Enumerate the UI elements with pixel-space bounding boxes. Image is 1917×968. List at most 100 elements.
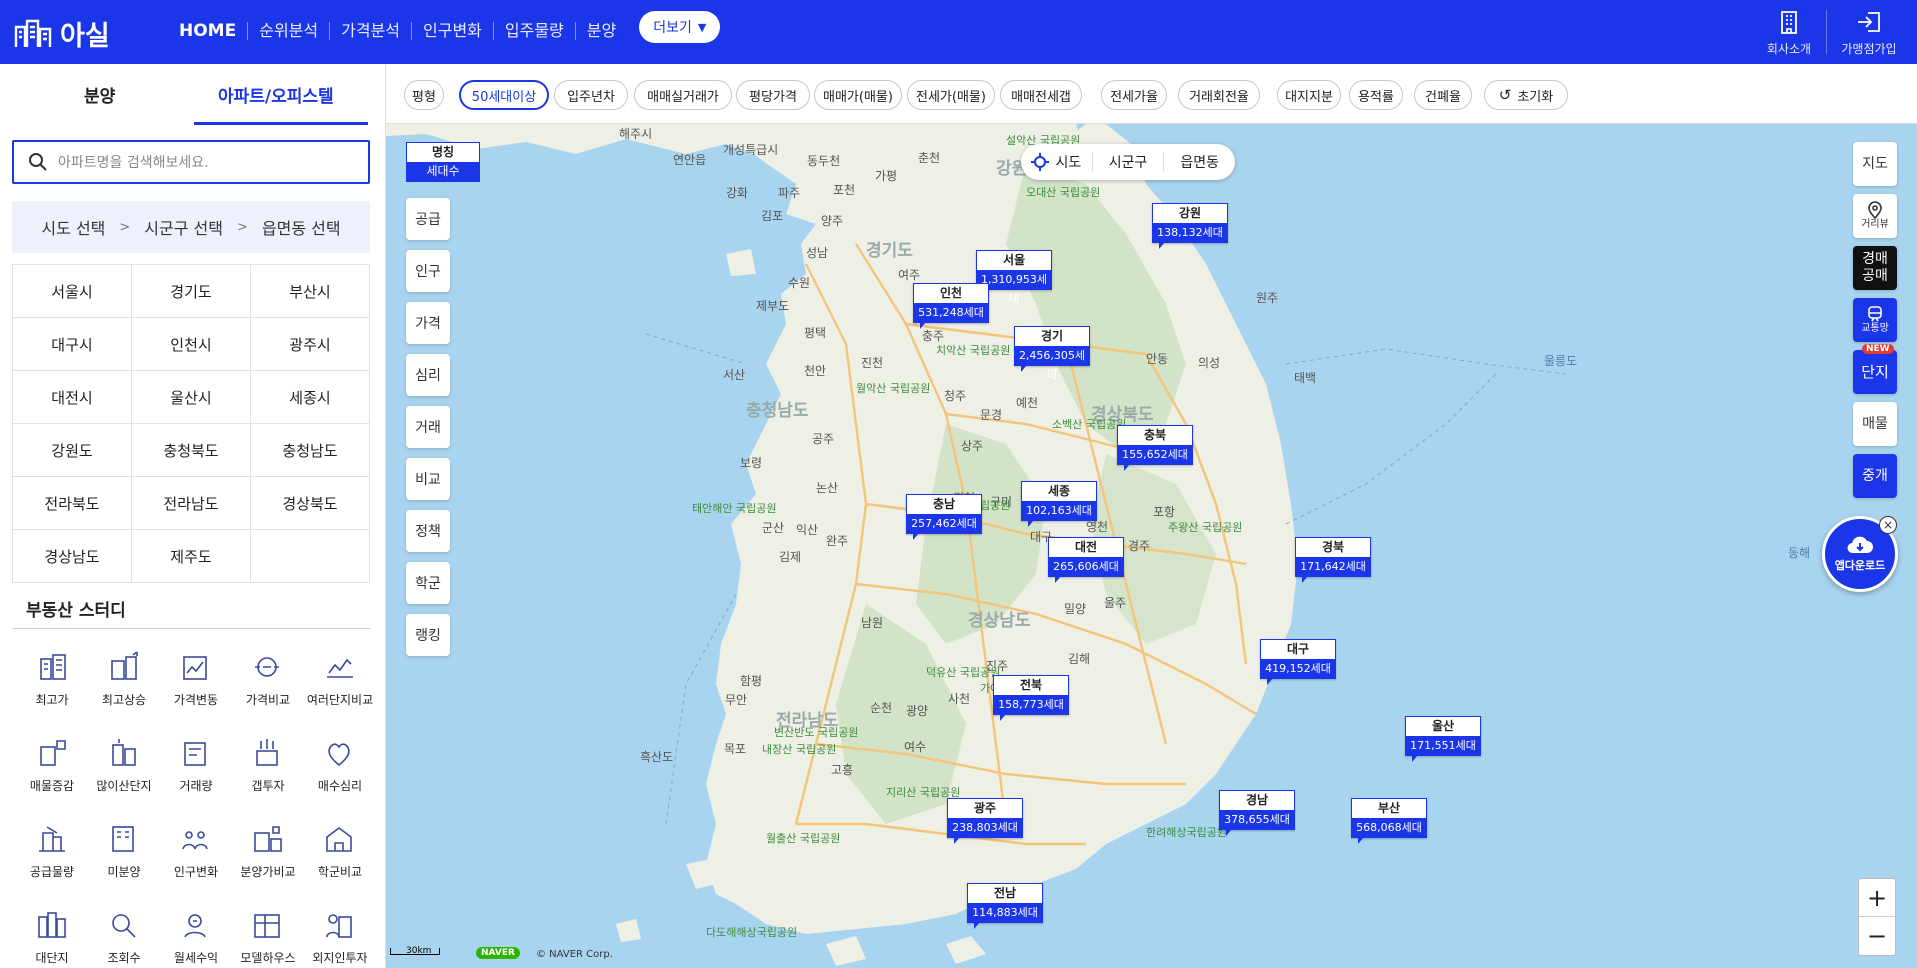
filter-chip-sale-listing[interactable]: 매매가(매물) <box>814 80 902 110</box>
reset-button[interactable]: ↺ 초기화 <box>1484 80 1568 110</box>
map-btn-population[interactable]: 인구 <box>406 250 450 292</box>
filter-chip-jeonse-rate[interactable]: 전세가율 <box>1101 80 1167 110</box>
region-item[interactable]: 울산시 <box>132 371 251 424</box>
nav-price-analysis[interactable]: 가격분석 <box>329 21 411 40</box>
region-item[interactable]: 충청남도 <box>251 424 370 477</box>
region-item[interactable]: 충청북도 <box>132 424 251 477</box>
study-item[interactable]: 모델하우스 <box>232 902 304 966</box>
study-item[interactable]: 인구변화 <box>160 816 232 880</box>
nav-ranking[interactable]: 순위분석 <box>247 21 329 40</box>
level-sido-button[interactable]: 시도 <box>1021 152 1092 172</box>
study-item[interactable]: 여러단지비교 <box>304 644 376 708</box>
filter-chip-50-households[interactable]: 50세대이상 <box>459 80 549 110</box>
region-marker[interactable]: 충남 257,462세대 <box>906 494 982 540</box>
region-item[interactable]: 전라남도 <box>132 477 251 530</box>
region-item[interactable]: 대구시 <box>13 318 132 371</box>
zoom-out-button[interactable]: − <box>1859 917 1895 955</box>
region-item[interactable]: 인천시 <box>132 318 251 371</box>
sido-select[interactable]: 시도 선택 <box>41 215 105 239</box>
listing-button[interactable]: 매물 <box>1853 402 1897 446</box>
zoom-in-button[interactable]: + <box>1859 879 1895 917</box>
company-button[interactable]: 회사소개 <box>1748 10 1830 58</box>
region-marker[interactable]: 충북 155,652세대 <box>1117 425 1193 471</box>
join-button[interactable]: 가맹점가입 <box>1828 10 1910 58</box>
region-marker[interactable]: 인천 531,248세대 <box>913 283 989 329</box>
filter-chip-far[interactable]: 용적률 <box>1349 80 1403 110</box>
map-btn-school[interactable]: 학군 <box>406 562 450 604</box>
level-eupmyeondong-button[interactable]: 읍면동 <box>1163 152 1235 172</box>
tab-apartment[interactable]: 아파트/오피스텔 <box>218 82 334 107</box>
study-item[interactable]: 가격비교 <box>232 644 304 708</box>
map-btn-compare[interactable]: 비교 <box>406 458 450 500</box>
map-btn-supply[interactable]: 공급 <box>406 198 450 240</box>
filter-chip-trade-price[interactable]: 매매실거래가 <box>634 80 732 110</box>
study-item[interactable]: 거래량 <box>160 730 232 794</box>
region-marker[interactable]: 광주 238,803세대 <box>947 798 1023 844</box>
study-item[interactable]: 학군비교 <box>304 816 376 880</box>
study-item[interactable]: 대단지 <box>16 902 88 966</box>
region-item[interactable]: 전라북도 <box>13 477 132 530</box>
region-item[interactable]: 강원도 <box>13 424 132 477</box>
study-item[interactable]: 조회수 <box>88 902 160 966</box>
filter-chip-price-per-pyeong[interactable]: 평당가격 <box>736 80 810 110</box>
study-item[interactable]: 미분양 <box>88 816 160 880</box>
eupmyeondong-select[interactable]: 읍면동 선택 <box>262 215 341 239</box>
region-item[interactable]: 경상북도 <box>251 477 370 530</box>
region-item[interactable]: 광주시 <box>251 318 370 371</box>
study-item[interactable]: 외지인투자 <box>304 902 376 966</box>
map-btn-ranking[interactable]: 랭킹 <box>406 614 450 656</box>
map-btn-policy[interactable]: 정책 <box>406 510 450 552</box>
level-sigungu-button[interactable]: 시군구 <box>1091 152 1164 172</box>
region-marker[interactable]: 경남 378,655세대 <box>1219 790 1295 836</box>
map-btn-trade[interactable]: 거래 <box>406 406 450 448</box>
map-btn-price[interactable]: 가격 <box>406 302 450 344</box>
filter-chip-jeonse-listing[interactable]: 전세가(매물) <box>907 80 995 110</box>
region-marker[interactable]: 강원 138,132세대 <box>1152 203 1228 249</box>
region-marker[interactable]: 대구 419,152세대 <box>1260 639 1336 685</box>
filter-chip-size[interactable]: 평형 <box>404 80 444 110</box>
broker-button[interactable]: 중개 <box>1853 454 1897 498</box>
map-btn-sentiment[interactable]: 심리 <box>406 354 450 396</box>
filter-chip-turnover[interactable]: 거래회전율 <box>1178 80 1260 110</box>
region-marker[interactable]: 부산 568,068세대 <box>1351 798 1427 844</box>
study-item[interactable]: 매수심리 <box>304 730 376 794</box>
nav-population[interactable]: 인구변화 <box>411 21 493 40</box>
region-item[interactable]: 부산시 <box>251 265 370 318</box>
study-item[interactable]: 최고상승 <box>88 644 160 708</box>
nav-presale[interactable]: 분양 <box>574 21 627 40</box>
region-item[interactable]: 경기도 <box>132 265 251 318</box>
study-item[interactable]: 갭투자 <box>232 730 304 794</box>
region-item[interactable]: 세종시 <box>251 371 370 424</box>
region-marker[interactable]: 대전 265,606세대 <box>1048 537 1124 583</box>
region-marker[interactable]: 울산 171,551세대 <box>1405 716 1481 762</box>
filter-chip-years[interactable]: 입주년차 <box>554 80 628 110</box>
study-item[interactable]: 매물증감 <box>16 730 88 794</box>
region-marker[interactable]: 경기 2,456,305세대 <box>1014 326 1090 381</box>
study-item[interactable]: 공급물량 <box>16 816 88 880</box>
auction-button[interactable]: 경매 공매 <box>1853 246 1897 290</box>
region-item[interactable]: 서울시 <box>13 265 132 318</box>
filter-chip-gap[interactable]: 매매전세갭 <box>1000 80 1082 110</box>
close-icon[interactable]: × <box>1879 516 1897 534</box>
transit-button[interactable]: 교통망 <box>1853 298 1897 342</box>
region-item[interactable]: 제주도 <box>132 530 251 583</box>
tab-presale[interactable]: 분양 <box>84 82 115 107</box>
region-item[interactable]: 경상남도 <box>13 530 132 583</box>
study-item[interactable]: 많이산단지 <box>88 730 160 794</box>
filter-chip-bcr[interactable]: 건폐율 <box>1414 80 1472 110</box>
region-marker[interactable]: 세종 102,163세대 <box>1021 481 1097 527</box>
complex-button[interactable]: 단지 <box>1853 350 1897 394</box>
study-item[interactable]: 가격변동 <box>160 644 232 708</box>
more-button[interactable]: 더보기 ▼ <box>639 11 721 43</box>
study-item[interactable]: 월세수익 <box>160 902 232 966</box>
logo[interactable]: 아실 <box>14 14 110 53</box>
region-marker[interactable]: 전북 158,773세대 <box>993 675 1069 721</box>
region-item[interactable]: 대전시 <box>13 371 132 424</box>
study-item[interactable]: 최고가 <box>16 644 88 708</box>
region-marker[interactable]: 경북 171,642세대 <box>1295 537 1371 583</box>
filter-chip-land-share[interactable]: 대지지분 <box>1277 80 1341 110</box>
search-input[interactable]: 아파트명을 검색해보세요. <box>12 140 370 184</box>
map-area[interactable]: 해주시 연안읍 개성특급시 동두천 포천 가평 춘천 강원도 속초 강화 파주 … <box>386 124 1917 968</box>
nav-move-in-supply[interactable]: 입주물량 <box>492 21 575 40</box>
study-item[interactable]: 분양가비교 <box>232 816 304 880</box>
